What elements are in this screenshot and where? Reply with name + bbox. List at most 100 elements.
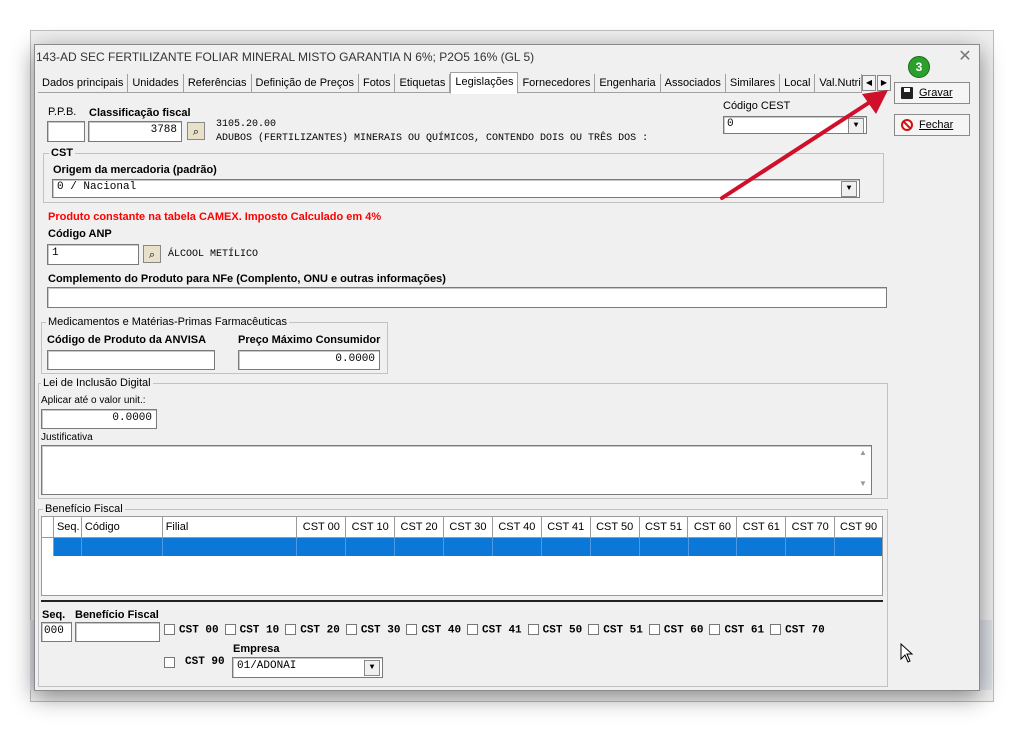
scroll-up-icon[interactable]: ▲ [856,448,870,457]
check-cst70[interactable]: CST 70 [770,624,825,636]
anp-input[interactable]: 1 [47,244,139,265]
annotation-arrow-icon [720,90,888,200]
tab-dados-principais[interactable]: Dados principais [38,74,129,92]
origem-value: 0 / Nacional [57,181,137,193]
col-cst00[interactable]: CST 00 [297,517,347,537]
col-cst30[interactable]: CST 30 [444,517,493,537]
cell-cst20[interactable] [395,538,445,556]
fechar-button[interactable]: Fechar [894,114,970,136]
cell-cst00[interactable] [297,538,347,556]
checkbox-icon[interactable] [527,624,539,635]
cell-cst90[interactable] [835,538,882,556]
origem-label: Origem da mercadoria (padrão) [53,164,217,176]
cell-cst60[interactable] [689,538,738,556]
check-cst50[interactable]: CST 50 [527,624,582,636]
checkbox-icon[interactable] [648,624,660,635]
col-cst51[interactable]: CST 51 [640,517,689,537]
ppb-input[interactable] [47,121,85,142]
grid-header: Seq. Código Filial CST 00 CST 10 CST 20 … [42,517,882,538]
anvisa-input[interactable] [47,350,215,370]
gravar-button[interactable]: Gravar [894,82,970,104]
check-cst60[interactable]: CST 60 [648,624,703,636]
empresa-dropdown-icon[interactable]: ▼ [364,660,380,676]
cell-cst10[interactable] [346,538,396,556]
col-cst40[interactable]: CST 40 [493,517,542,537]
checkbox-icon[interactable] [164,624,175,635]
tab-engenharia[interactable]: Engenharia [595,74,661,92]
divider [41,600,883,602]
lei-group-title: Lei de Inclusão Digital [41,377,153,389]
check-cst61[interactable]: CST 61 [709,624,764,636]
tab-fotos[interactable]: Fotos [359,74,396,92]
classificacao-input[interactable]: 3788 [88,121,182,142]
mouse-cursor-icon [900,643,914,663]
checkbox-icon[interactable] [770,624,782,635]
cell-cst70[interactable] [786,538,836,556]
tab-etiquetas[interactable]: Etiquetas [395,74,451,92]
seq-input[interactable]: 000 [41,622,72,642]
cell-cst50[interactable] [591,538,640,556]
lei-valor-input[interactable]: 0.0000 [41,409,157,429]
tab-unidades[interactable]: Unidades [128,74,184,92]
col-codigo[interactable]: Código [82,517,163,537]
checkbox-icon[interactable] [588,624,600,635]
beneficio-grid: Seq. Código Filial CST 00 CST 10 CST 20 … [41,516,883,596]
checkbox-icon[interactable] [345,624,357,635]
cell-cst61[interactable] [737,538,787,556]
cell-codigo[interactable] [82,538,163,556]
check-cst90[interactable]: CST 90 [164,656,225,668]
check-cst40[interactable]: CST 40 [406,624,461,636]
cell-cst51[interactable] [640,538,689,556]
check-cst00[interactable]: CST 00 [164,624,219,636]
tab-referencias[interactable]: Referências [184,74,252,92]
pmc-input[interactable]: 0.0000 [238,350,380,370]
col-cst70[interactable]: CST 70 [786,517,836,537]
cell-filial[interactable] [163,538,298,556]
complemento-input[interactable] [47,287,887,308]
scroll-down-icon[interactable]: ▼ [856,479,870,488]
medicamentos-group-title: Medicamentos e Matérias-Primas Farmacêut… [46,316,290,328]
cell-seq[interactable] [54,538,82,556]
check-cst10[interactable]: CST 10 [224,624,279,636]
col-seq[interactable]: Seq. [54,517,82,537]
checkbox-icon[interactable] [224,624,236,635]
col-cst50[interactable]: CST 50 [591,517,640,537]
check-cst41[interactable]: CST 41 [467,624,522,636]
tab-fornecedores[interactable]: Fornecedores [518,74,596,92]
checkbox-icon[interactable] [164,656,175,668]
table-row[interactable] [42,538,882,556]
check-cst20[interactable]: CST 20 [285,624,340,636]
cancel-icon [901,119,913,131]
col-cst61[interactable]: CST 61 [737,517,787,537]
justificativa-label: Justificativa [41,432,93,443]
empresa-select[interactable]: 01/ADONAI ▼ [232,657,383,678]
complemento-label: Complemento do Produto para NFe (Complen… [48,273,446,285]
col-filial[interactable]: Filial [163,517,298,537]
checkbox-icon[interactable] [467,624,479,635]
cell-cst40[interactable] [493,538,542,556]
checkbox-icon[interactable] [406,624,418,635]
beneficio-input[interactable] [75,622,160,642]
col-cst20[interactable]: CST 20 [395,517,445,537]
anp-label: Código ANP [48,228,112,240]
justificativa-textarea[interactable] [41,445,872,495]
cell-cst30[interactable] [444,538,493,556]
cell-cst41[interactable] [542,538,591,556]
close-window-icon[interactable]: ✕ [955,46,975,66]
checkbox-icon[interactable] [709,624,721,635]
tab-legislacoes[interactable]: Legislações [450,72,519,94]
anp-description: ÁLCOOL METÍLICO [168,249,259,260]
check-cst51[interactable]: CST 51 [588,624,643,636]
justificativa-scrollbar[interactable]: ▲ ▼ [856,448,870,494]
tab-definicao-precos[interactable]: Definição de Preços [252,74,359,92]
anp-lookup-icon[interactable]: ⌕ [143,245,161,263]
classificacao-lookup-icon[interactable]: ⌕ [187,122,205,140]
col-cst41[interactable]: CST 41 [542,517,591,537]
check-cst30[interactable]: CST 30 [345,624,400,636]
col-cst10[interactable]: CST 10 [346,517,396,537]
cst-checkbox-row: CST 00 CST 10 CST 20 CST 30 CST 40 CST 4… [164,624,825,636]
col-cst60[interactable]: CST 60 [688,517,738,537]
checkbox-icon[interactable] [285,624,297,635]
camex-notice: Produto constante na tabela CAMEX. Impos… [48,211,382,223]
col-cst90[interactable]: CST 90 [835,517,882,537]
